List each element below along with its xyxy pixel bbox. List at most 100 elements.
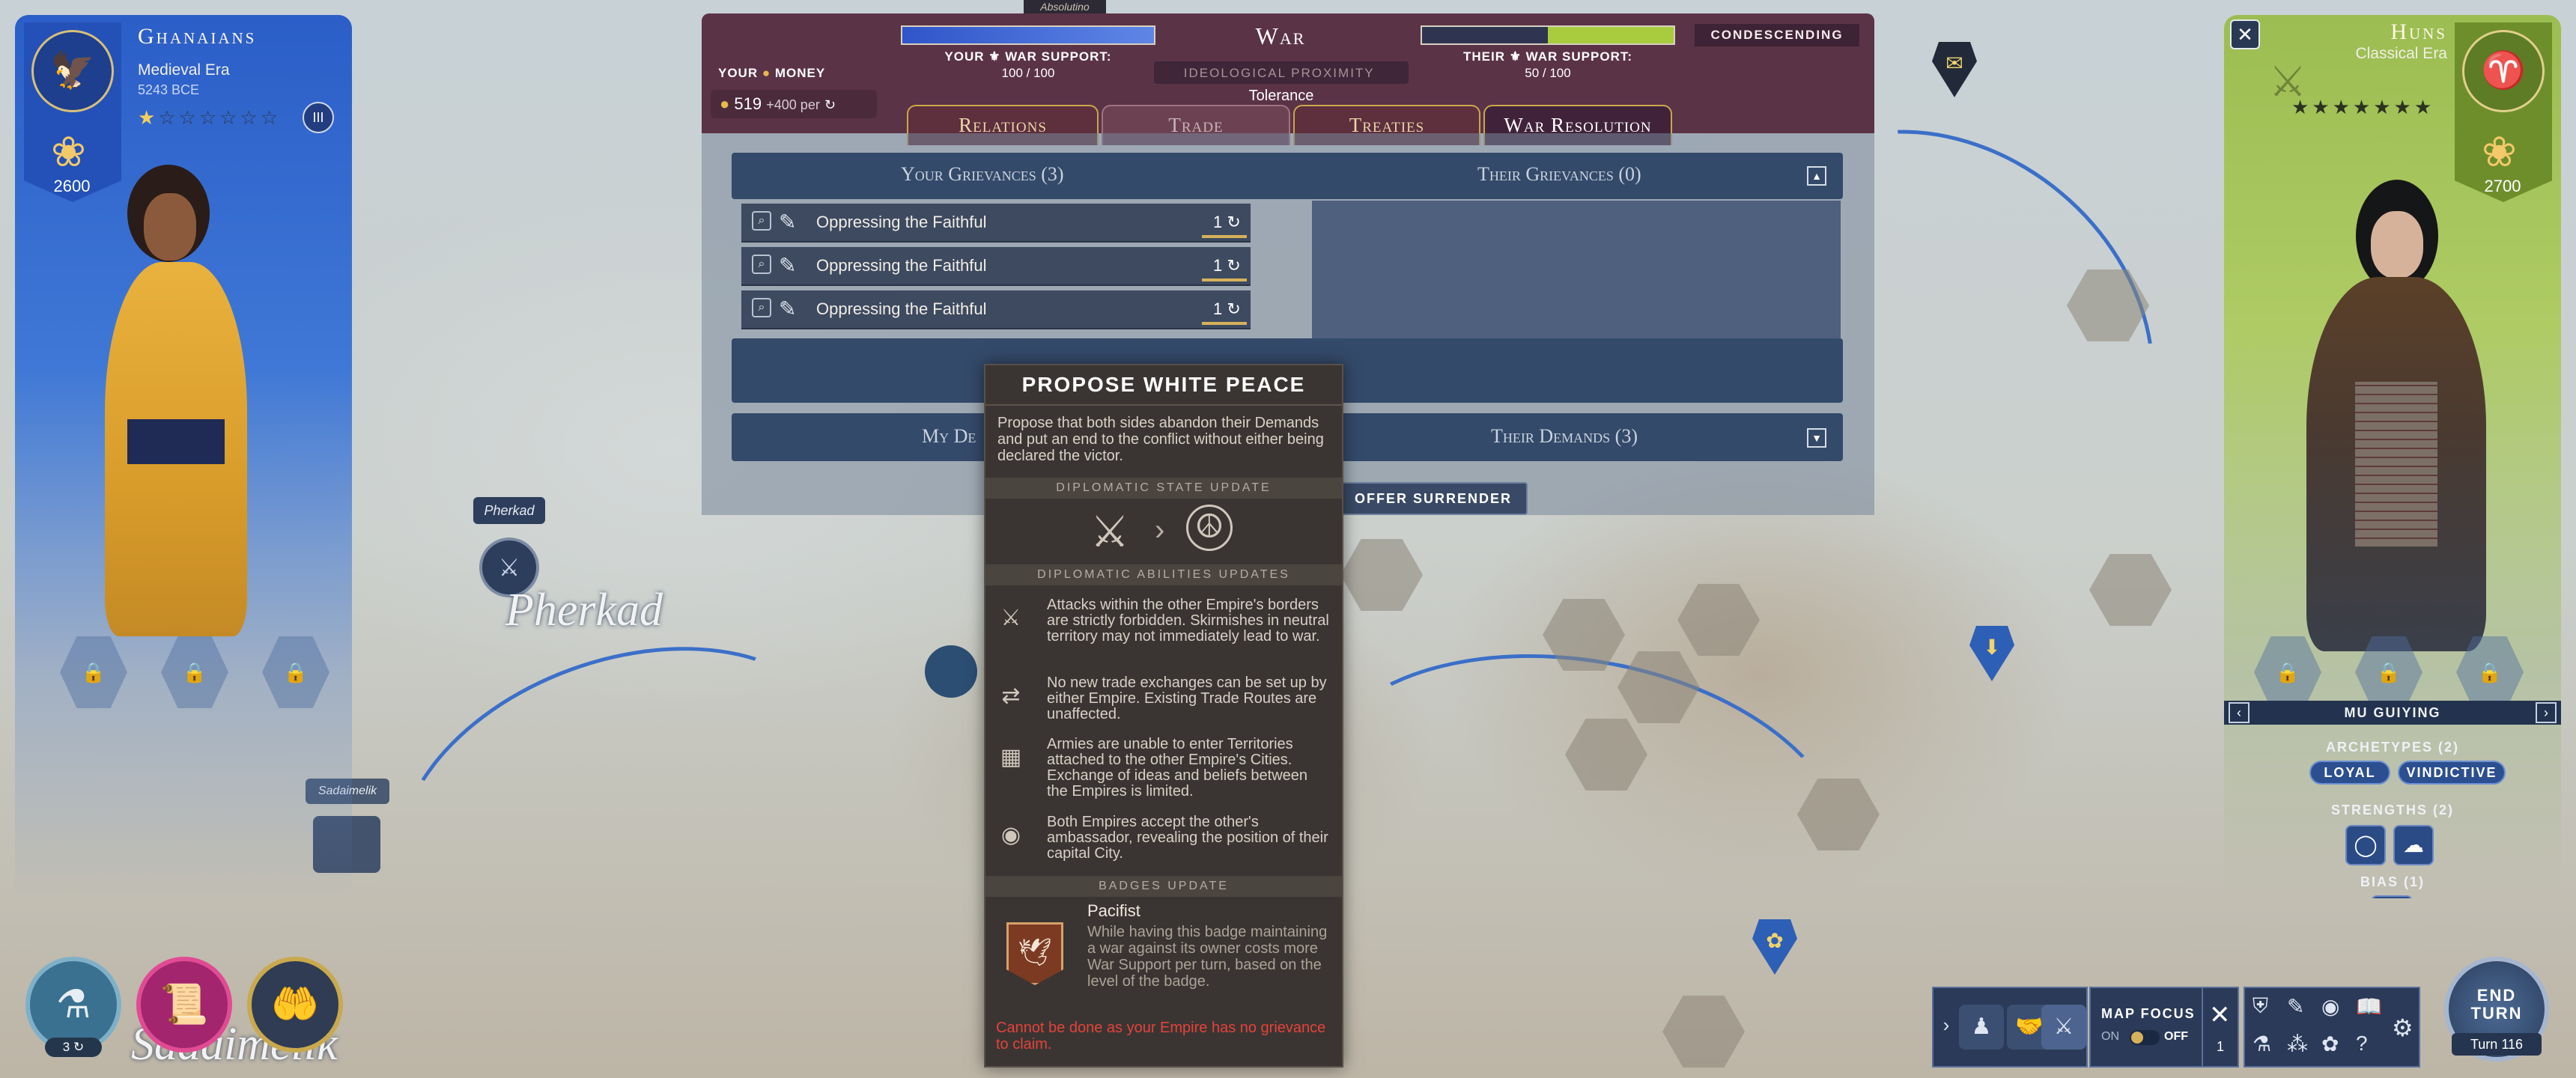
locked-slot-icon: 🔒 bbox=[60, 636, 127, 708]
flask-icon[interactable]: ⚗ bbox=[2253, 1032, 2271, 1056]
inspect-icon[interactable]: ⌕ bbox=[752, 298, 771, 317]
chevron-right-icon[interactable]: › bbox=[1936, 1014, 1956, 1044]
map-focus-toggle[interactable] bbox=[2130, 1030, 2160, 1045]
gear-icon[interactable]: ⚙ bbox=[2392, 1014, 2414, 1042]
lotus-icon: ❀ bbox=[51, 128, 86, 175]
collapse-icon[interactable]: ▲ bbox=[1807, 166, 1826, 186]
crossed-swords-icon: ⚔ bbox=[1000, 606, 1021, 630]
attitude-label: CONDESCENDING bbox=[1695, 24, 1859, 46]
their-war-support-fill bbox=[1548, 27, 1674, 43]
city-flag[interactable]: Pherkad bbox=[473, 497, 545, 524]
map-focus-panel: MAP FOCUS ON OFF bbox=[2089, 987, 2214, 1068]
unit-pin-icon[interactable]: ✿ bbox=[1752, 919, 1797, 975]
badge-text: While having this badge maintaining a wa… bbox=[1087, 924, 1328, 990]
era-stars: ★★★★★★★ bbox=[2291, 96, 2435, 118]
unit-icon[interactable]: ♟ bbox=[1959, 1005, 2004, 1050]
trade-route-icon: ⇄ bbox=[1001, 683, 1021, 708]
turn-counter: Turn 116 bbox=[2452, 1033, 2542, 1056]
close-icon[interactable]: ✕ bbox=[2209, 1000, 2231, 1030]
year-label: 5243 BCE bbox=[138, 82, 200, 97]
flower-icon[interactable]: ✿ bbox=[2321, 1032, 2339, 1056]
era-badge[interactable]: III bbox=[303, 102, 334, 133]
oppression-icon: ✎ bbox=[779, 210, 797, 234]
state-update-header: DIPLOMATIC STATE UPDATE bbox=[985, 478, 1342, 499]
grievance-value: 1 ↻ bbox=[1213, 256, 1241, 275]
civ-emblem-icon: 🦅 bbox=[31, 30, 114, 112]
inspect-icon[interactable]: ⌕ bbox=[752, 211, 771, 231]
money-label: YOUR ● MONEY bbox=[718, 66, 826, 80]
pencil-icon[interactable]: ✎ bbox=[2287, 994, 2304, 1019]
eye-icon[interactable]: ◉ bbox=[2321, 994, 2339, 1019]
ideological-proximity: IDEOLOGICAL PROXIMITY Tolerance bbox=[1154, 61, 1409, 104]
leader-armor bbox=[2355, 382, 2437, 546]
quest-marker-icon[interactable]: ✉ bbox=[1932, 42, 1977, 97]
science-turns: 3 ↻ bbox=[45, 1038, 102, 1057]
grievance-row[interactable]: ⌕ ✎ Oppressing the Faithful 1 ↻ bbox=[741, 247, 1251, 286]
strength-cloud-icon[interactable]: ☁ bbox=[2393, 825, 2434, 865]
wall-icon: ▦ bbox=[1000, 745, 1022, 770]
grievance-name: Oppressing the Faithful bbox=[816, 213, 987, 231]
archetype-pill[interactable]: LOYAL bbox=[2309, 761, 2390, 785]
selection-count: 1 bbox=[2217, 1039, 2225, 1054]
era-name: Classical Era bbox=[2355, 45, 2447, 62]
their-war-support-label: THEIR ⚜ WAR SUPPORT: bbox=[1462, 49, 1633, 64]
grievance-name: Oppressing the Faithful bbox=[816, 256, 987, 275]
grievance-row[interactable]: ⌕ ✎ Oppressing the Faithful 1 ↻ bbox=[741, 204, 1251, 243]
tooltip-title: PROPOSE WHITE PEACE bbox=[1021, 373, 1306, 396]
locked-slot-icon: 🔒 bbox=[262, 636, 329, 708]
city-district bbox=[1662, 996, 1745, 1068]
grievance-value: 1 ↻ bbox=[1213, 299, 1241, 318]
grievance-name: Oppressing the Faithful bbox=[816, 299, 987, 318]
unit-toolbar: › ♟ 🤝 ⚔ bbox=[1932, 987, 2088, 1068]
civ-score: 2600 bbox=[53, 177, 91, 195]
their-demands-title: Their Demands (3) bbox=[1491, 425, 1638, 447]
close-icon[interactable]: ✕ bbox=[2230, 19, 2260, 49]
grievance-progress bbox=[1202, 322, 1247, 325]
oppression-icon: ✎ bbox=[779, 254, 797, 277]
locked-slot-icon: 🔒 bbox=[2254, 636, 2321, 708]
diplomacy-hands-icon[interactable]: 🤲 bbox=[247, 957, 343, 1053]
diplomacy-header: Absolutino YOUR ⚜ WAR SUPPORT: 100 / 100… bbox=[702, 0, 1874, 145]
divider bbox=[985, 404, 1342, 406]
shield-icon[interactable]: ⛨ bbox=[2253, 994, 2268, 1019]
expand-icon[interactable]: ▼ bbox=[1807, 428, 1826, 448]
leader-name: MU GUIYING bbox=[2344, 705, 2441, 720]
tooltip-description: Propose that both sides abandon their De… bbox=[997, 415, 1324, 464]
ability-text: Attacks within the other Empire's border… bbox=[1047, 597, 1329, 645]
strength-ring-icon[interactable]: ◯ bbox=[2345, 825, 2386, 865]
civ-name: Ghanaians bbox=[138, 24, 257, 49]
map-focus-off: OFF bbox=[2164, 1030, 2188, 1043]
help-icon[interactable]: ? bbox=[2356, 1032, 2368, 1056]
era-name: Medieval Era bbox=[138, 61, 230, 79]
arrow-right-icon: › bbox=[1155, 514, 1165, 546]
your-war-support-fill bbox=[902, 27, 1154, 43]
offer-surrender-button[interactable]: OFFER SURRENDER bbox=[1339, 482, 1528, 515]
bias-people-icon[interactable]: 👥 bbox=[2371, 895, 2413, 898]
badges-header: BADGES UPDATE bbox=[985, 876, 1342, 897]
locked-slot-icon: 🔒 bbox=[161, 636, 228, 708]
abilities-header: DIPLOMATIC ABILITIES UPDATES bbox=[985, 564, 1342, 585]
crossed-swords-icon[interactable]: ⚔ bbox=[2041, 1005, 2086, 1050]
civics-scroll-icon[interactable]: 📜 bbox=[136, 957, 232, 1053]
map-focus-on: ON bbox=[2101, 1030, 2119, 1043]
strengths-label: STRENGTHS (2) bbox=[2330, 803, 2454, 817]
network-icon[interactable]: ⁂ bbox=[2287, 1032, 2308, 1056]
book-icon[interactable]: 📖 bbox=[2356, 994, 2382, 1019]
grievance-row[interactable]: ⌕ ✎ Oppressing the Faithful 1 ↻ bbox=[741, 290, 1251, 329]
their-grievances-title: Their Grievances (0) bbox=[1477, 163, 1641, 185]
bias-label: BIAS (1) bbox=[2360, 874, 2425, 889]
unit-pin-icon[interactable]: ⬇ bbox=[1969, 626, 2014, 681]
oppression-icon: ✎ bbox=[779, 297, 797, 320]
your-grievances-title: Your Grievances (3) bbox=[901, 163, 1064, 185]
inspect-icon[interactable]: ⌕ bbox=[752, 255, 771, 274]
ram-emblem-icon: ♈ bbox=[2462, 30, 2545, 112]
leader-face bbox=[2371, 211, 2423, 278]
city-district bbox=[2089, 554, 2172, 626]
ideology-tag: Absolutino bbox=[1024, 0, 1106, 13]
city-district bbox=[1340, 539, 1423, 611]
badge-name: Pacifist bbox=[1087, 901, 1140, 920]
grievance-progress bbox=[1202, 278, 1247, 281]
archetypes-label: ARCHETYPES (2) bbox=[2325, 740, 2460, 755]
archetype-pill[interactable]: VINDICTIVE bbox=[2398, 761, 2506, 785]
end-turn-label: END TURN bbox=[2470, 986, 2523, 1023]
